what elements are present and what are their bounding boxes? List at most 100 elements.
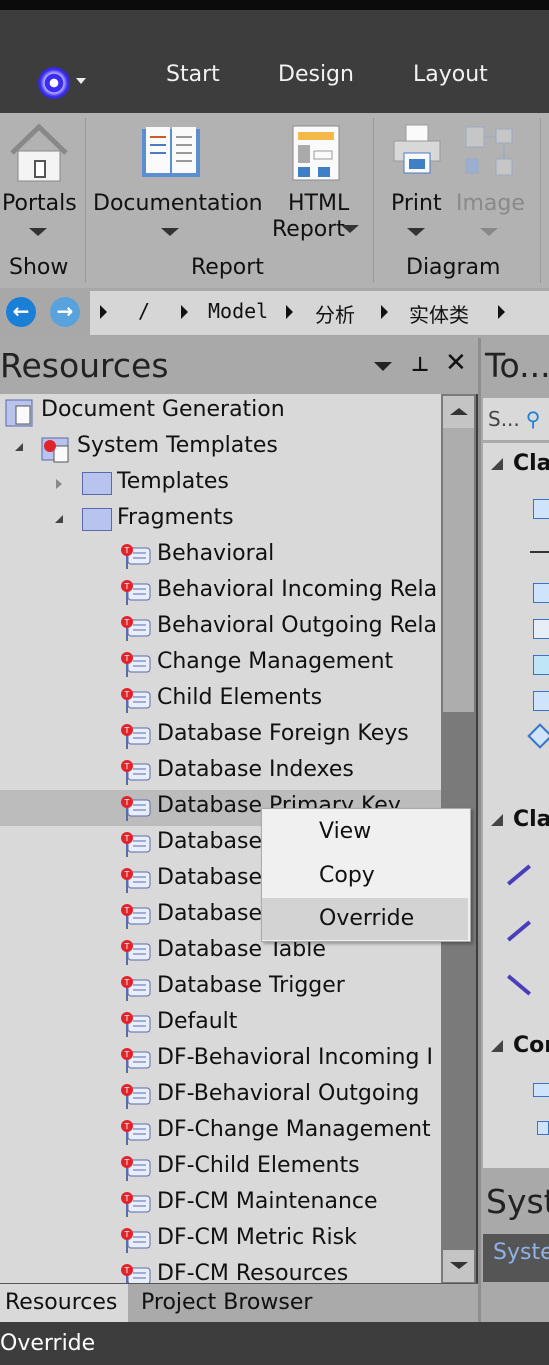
- constraint-icon[interactable]: [537, 1121, 549, 1135]
- tree-item-label: Change Management: [157, 649, 394, 674]
- forward-button[interactable]: →: [50, 297, 80, 327]
- folder-icon: [82, 472, 112, 495]
- chevron-down-icon[interactable]: [76, 78, 86, 84]
- chevron-right-icon[interactable]: [286, 305, 293, 319]
- breadcrumb-item[interactable]: /: [138, 299, 150, 323]
- tree-item[interactable]: T DF-CM Maintenance: [0, 1186, 441, 1222]
- toolbox-section[interactable]: Cla: [491, 451, 549, 476]
- tree-item[interactable]: T Child Elements: [0, 682, 441, 718]
- tree-item[interactable]: T DF-Change Management: [0, 1114, 441, 1150]
- tree-item[interactable]: T Database Foreign Keys: [0, 718, 441, 754]
- tree-item[interactable]: T Database Indexes: [0, 754, 441, 790]
- tree-item-label: DF-CM Maintenance: [157, 1189, 378, 1214]
- svg-text:T: T: [124, 762, 130, 771]
- app-logo-icon[interactable]: [38, 67, 70, 99]
- tree-item[interactable]: Document Generation: [0, 394, 441, 430]
- chevron-right-icon[interactable]: [100, 305, 107, 319]
- documentation-label: Documentation: [93, 191, 263, 216]
- chevron-right-icon[interactable]: [498, 305, 505, 319]
- chevron-right-icon[interactable]: [181, 305, 188, 319]
- collapse-icon[interactable]: [55, 515, 63, 523]
- tree-item[interactable]: System Templates: [0, 430, 441, 466]
- search-icon[interactable]: ⚲: [526, 407, 541, 431]
- fragment-icon: T: [120, 974, 152, 1002]
- scroll-up-button[interactable]: [443, 396, 474, 428]
- note-icon[interactable]: [533, 1083, 549, 1097]
- toolbox-section[interactable]: Cor: [491, 1033, 549, 1058]
- tree-item-label: Templates: [117, 469, 229, 494]
- breadcrumb-item[interactable]: Model: [208, 299, 268, 323]
- menu-item-view[interactable]: View: [262, 811, 468, 853]
- chevron-down-icon[interactable]: [374, 362, 392, 371]
- fragment-icon: T: [120, 758, 152, 786]
- svg-text:T: T: [124, 1050, 130, 1059]
- close-icon[interactable]: ✕: [445, 348, 467, 378]
- system-tab[interactable]: Syste: [483, 1234, 549, 1282]
- tree-item[interactable]: T Database Trigger: [0, 970, 441, 1006]
- tab-resources[interactable]: Resources: [0, 1284, 128, 1322]
- fragment-icon: T: [120, 578, 152, 606]
- collapse-icon[interactable]: [15, 443, 23, 451]
- association-class-icon[interactable]: [527, 723, 549, 749]
- chevron-right-icon[interactable]: [381, 305, 388, 319]
- aggregation-icon[interactable]: [506, 920, 532, 942]
- tree-item[interactable]: Fragments: [0, 502, 441, 538]
- breadcrumb-item[interactable]: 分析: [315, 299, 355, 328]
- tab-project-browser[interactable]: Project Browser: [136, 1284, 317, 1322]
- fragment-icon: T: [120, 866, 152, 894]
- svg-text:T: T: [124, 582, 130, 591]
- chevron-down-icon: [29, 228, 47, 236]
- menu-item-override[interactable]: Override: [262, 898, 468, 940]
- book-icon: [142, 127, 200, 177]
- context-menu: View Copy Override: [261, 808, 471, 942]
- tree-item-label: Default: [157, 1009, 238, 1034]
- toolbox-list: Cla Cla Cor: [483, 443, 549, 1168]
- tab-layout[interactable]: Layout: [413, 62, 488, 87]
- expand-icon[interactable]: [56, 479, 62, 489]
- tree-item-label: System Templates: [77, 433, 278, 458]
- tree-item-label: Behavioral Incoming Rela: [157, 577, 438, 602]
- tree-item[interactable]: T Behavioral Incoming Rela: [0, 574, 441, 610]
- svg-text:T: T: [124, 906, 130, 915]
- table-icon[interactable]: [533, 583, 549, 603]
- class-icon[interactable]: [533, 499, 549, 519]
- printer-icon: [393, 124, 441, 174]
- interface-icon[interactable]: [530, 551, 549, 553]
- pin-icon[interactable]: ⊥: [411, 352, 429, 376]
- tree-item[interactable]: T DF-CM Metric Risk: [0, 1222, 441, 1258]
- tree-item[interactable]: T DF-Behavioral Outgoing: [0, 1078, 441, 1114]
- toolbox-section[interactable]: Cla: [491, 807, 549, 832]
- back-button[interactable]: ←: [6, 297, 36, 327]
- datatype-icon[interactable]: [533, 691, 549, 711]
- tree-item[interactable]: T Default: [0, 1006, 441, 1042]
- tree-item[interactable]: T DF-Child Elements: [0, 1150, 441, 1186]
- section-label: Cla: [513, 807, 549, 832]
- tab-design[interactable]: Design: [278, 62, 354, 87]
- tree-item[interactable]: Templates: [0, 466, 441, 502]
- svg-text:T: T: [124, 942, 130, 951]
- tree-item[interactable]: T Behavioral Outgoing Rela: [0, 610, 441, 646]
- fragment-icon: T: [120, 686, 152, 714]
- tree-item-label: Database Trigger: [157, 973, 345, 998]
- breadcrumb-item[interactable]: 实体类: [409, 299, 469, 328]
- svg-text:T: T: [124, 1230, 130, 1239]
- tab-start[interactable]: Start: [166, 62, 220, 87]
- panel-title: Resources: [0, 346, 169, 385]
- group-label-show: Show: [9, 255, 69, 280]
- document-generation-icon: [4, 398, 36, 427]
- tree-item[interactable]: T Change Management: [0, 646, 441, 682]
- scrollbar-thumb[interactable]: [443, 428, 474, 712]
- menu-item-copy[interactable]: Copy: [262, 855, 468, 897]
- signal-icon[interactable]: [533, 655, 549, 675]
- tree-item[interactable]: T Behavioral: [0, 538, 441, 574]
- tree-item[interactable]: T DF-CM Resources: [0, 1258, 441, 1283]
- scroll-down-button[interactable]: [443, 1250, 474, 1282]
- toolbox-title: To...: [485, 346, 549, 385]
- status-text: Override: [0, 1331, 96, 1356]
- tree-item[interactable]: T DF-Behavioral Incoming I: [0, 1042, 441, 1078]
- enumeration-icon[interactable]: [533, 619, 549, 639]
- section-label: Cla: [513, 451, 549, 476]
- toolbox-search-input[interactable]: S... ⚲: [483, 398, 549, 440]
- association-icon[interactable]: [506, 864, 532, 886]
- dependency-icon[interactable]: [506, 974, 532, 996]
